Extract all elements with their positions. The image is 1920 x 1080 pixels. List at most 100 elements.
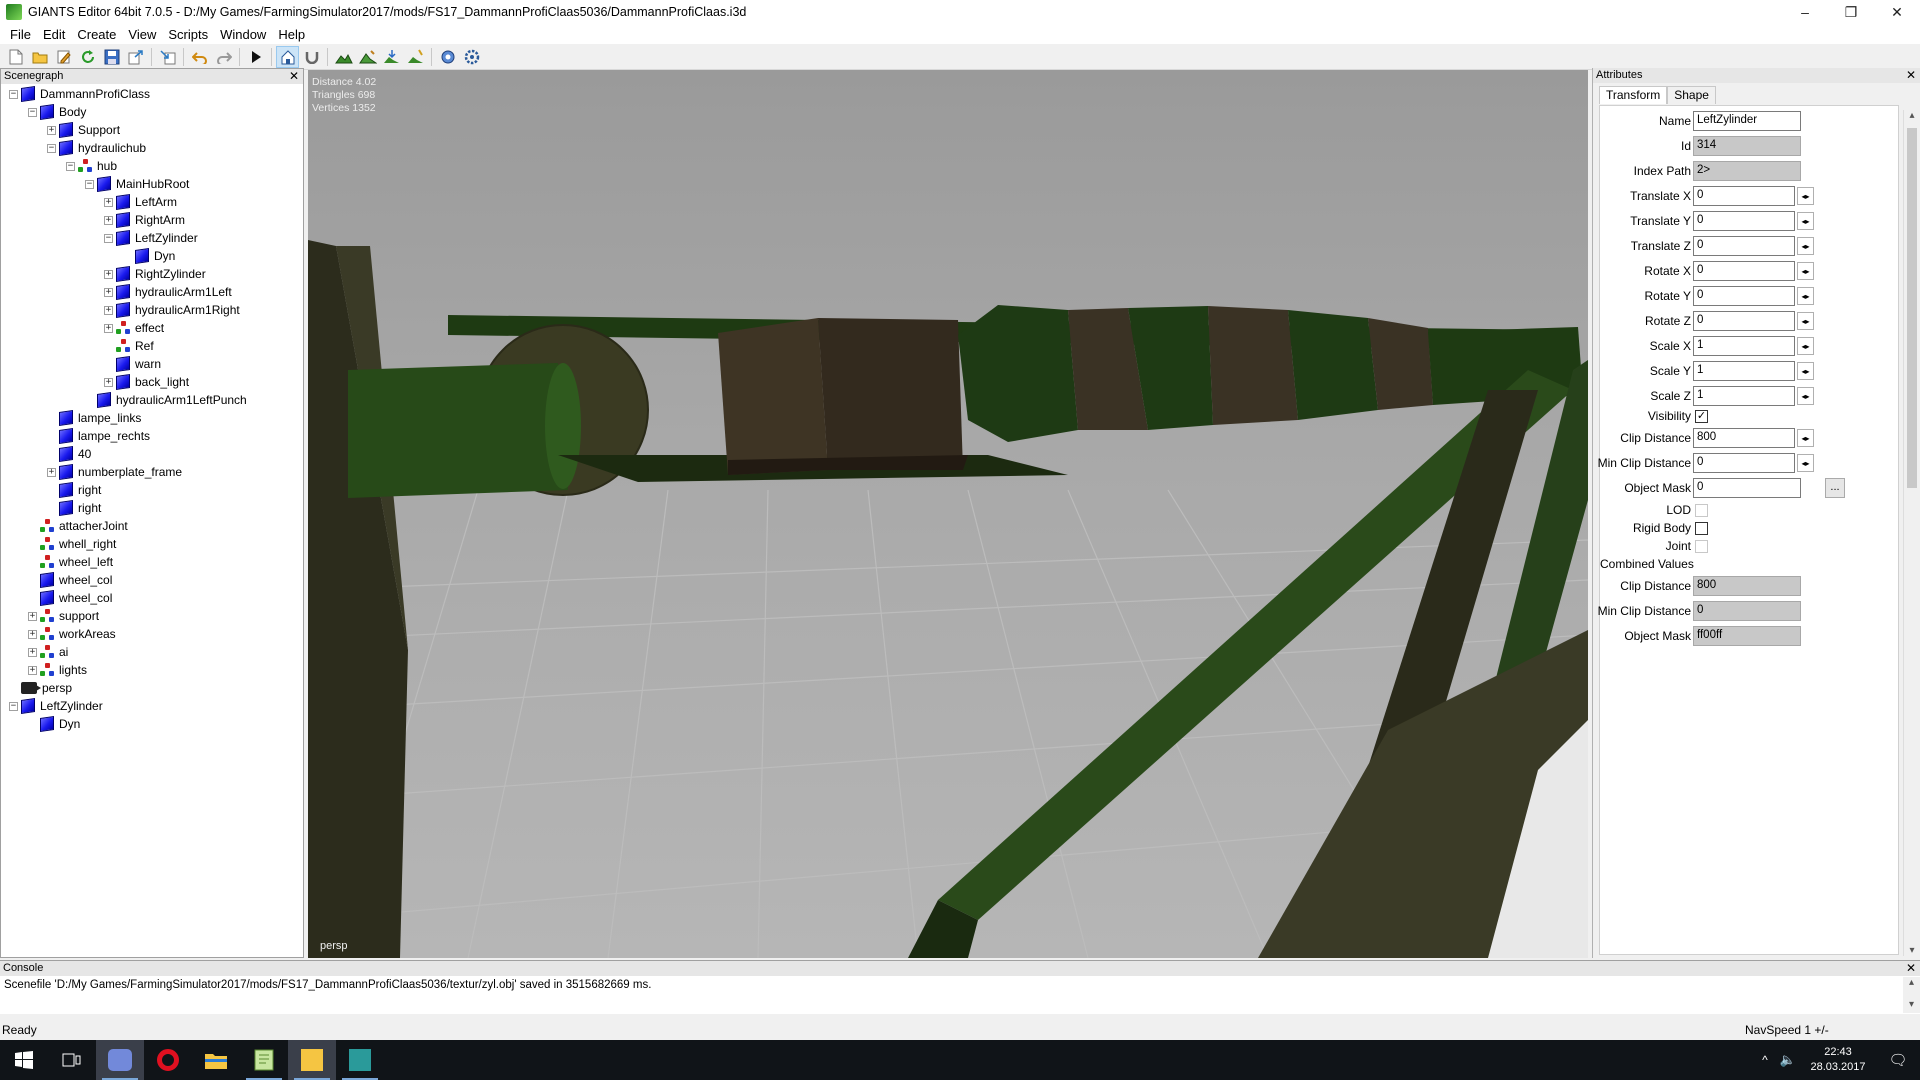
notepad-plus-icon[interactable] xyxy=(240,1040,288,1080)
tree-expander-icon[interactable]: + xyxy=(47,467,56,477)
tray-expand-icon[interactable]: ^ xyxy=(1754,1053,1776,1067)
rotate-y-spinner[interactable]: ◂▸ xyxy=(1797,287,1814,305)
scenegraph-node[interactable]: warn xyxy=(104,355,161,373)
visibility-checkbox[interactable]: ✓ xyxy=(1695,409,1708,423)
task-view-icon[interactable] xyxy=(48,1040,96,1080)
scenegraph-node[interactable]: − MainHubRoot xyxy=(85,175,189,193)
tree-expander-icon[interactable]: − xyxy=(28,107,37,117)
windows-start-icon[interactable] xyxy=(0,1040,48,1080)
scenegraph-node[interactable]: − LeftZylinder xyxy=(9,697,103,715)
tree-expander-icon[interactable]: + xyxy=(104,377,113,387)
tree-expander-icon[interactable]: + xyxy=(104,287,113,297)
scenegraph-node[interactable]: Ref xyxy=(104,337,154,355)
redo-icon[interactable] xyxy=(212,46,235,68)
scenegraph-node[interactable]: hydraulicArm1LeftPunch xyxy=(85,391,247,409)
lod-checkbox[interactable] xyxy=(1695,503,1708,517)
rotate-z-spinner[interactable]: ◂▸ xyxy=(1797,312,1814,330)
scenegraph-node[interactable]: wheel_col xyxy=(28,589,112,607)
menu-view[interactable]: View xyxy=(122,27,162,42)
scenegraph-node[interactable]: persp xyxy=(9,679,72,697)
open-folder-icon[interactable] xyxy=(28,46,51,68)
menu-window[interactable]: Window xyxy=(214,27,272,42)
close-window-button[interactable]: ✕ xyxy=(1874,0,1920,24)
scale-x-field[interactable]: 1 xyxy=(1693,336,1795,356)
terrain-arrow-icon[interactable] xyxy=(380,46,403,68)
scenegraph-node[interactable]: + numberplate_frame xyxy=(47,463,182,481)
scenegraph-node[interactable]: 40 xyxy=(47,445,91,463)
scale-y-field[interactable]: 1 xyxy=(1693,361,1795,381)
scenegraph-node[interactable]: − hydraulichub xyxy=(47,139,146,157)
import-icon[interactable] xyxy=(156,46,179,68)
tree-expander-icon[interactable]: − xyxy=(85,179,94,189)
scenegraph-node[interactable]: + effect xyxy=(104,319,164,337)
tree-expander-icon[interactable]: + xyxy=(28,629,37,639)
scale-z-field[interactable]: 1 xyxy=(1693,386,1795,406)
sticky-notes-icon[interactable] xyxy=(288,1040,336,1080)
scenegraph-node[interactable]: Dyn xyxy=(123,247,175,265)
scale-x-spinner[interactable]: ◂▸ xyxy=(1797,337,1814,355)
export-icon[interactable] xyxy=(124,46,147,68)
edit-file-icon[interactable] xyxy=(52,46,75,68)
translate-z-spinner[interactable]: ◂▸ xyxy=(1797,237,1814,255)
scenegraph-node[interactable]: wheel_left xyxy=(28,553,113,571)
translate-y-spinner[interactable]: ◂▸ xyxy=(1797,212,1814,230)
menu-file[interactable]: File xyxy=(4,27,37,42)
scenegraph-node[interactable]: + hydraulicArm1Left xyxy=(104,283,232,301)
3d-viewport[interactable]: Distance 4.02 Triangles 698 Vertices 135… xyxy=(308,70,1588,958)
rotate-x-spinner[interactable]: ◂▸ xyxy=(1797,262,1814,280)
tree-expander-icon[interactable]: + xyxy=(104,305,113,315)
foliage-paint-icon[interactable] xyxy=(404,46,427,68)
close-attributes-button[interactable]: ✕ xyxy=(1906,68,1916,83)
scroll-down-arrow[interactable]: ▾ xyxy=(1904,945,1920,956)
tree-expander-icon[interactable]: + xyxy=(104,215,113,225)
tree-expander-icon[interactable]: + xyxy=(28,647,37,657)
rotate-x-field[interactable]: 0 xyxy=(1693,261,1795,281)
translate-x-field[interactable]: 0 xyxy=(1693,186,1795,206)
scenegraph-node[interactable]: Dyn xyxy=(28,715,80,733)
undo-icon[interactable] xyxy=(188,46,211,68)
clip-distance-field[interactable]: 800 xyxy=(1693,428,1795,448)
tree-expander-icon[interactable]: + xyxy=(104,269,113,279)
play-icon[interactable] xyxy=(244,46,267,68)
console-scroll-down-arrow[interactable]: ▾ xyxy=(1903,999,1920,1011)
scenegraph-node[interactable]: + ai xyxy=(28,643,68,661)
tree-expander-icon[interactable]: − xyxy=(9,89,18,99)
name-field[interactable]: LeftZylinder xyxy=(1693,111,1801,131)
scenegraph-node[interactable]: − Body xyxy=(28,103,86,121)
scenegraph-node[interactable]: + RightZylinder xyxy=(104,265,206,283)
new-file-icon[interactable] xyxy=(4,46,27,68)
scale-z-spinner[interactable]: ◂▸ xyxy=(1797,387,1814,405)
console-scrollbar[interactable]: ▴ ▾ xyxy=(1903,977,1920,1013)
opera-browser-icon[interactable] xyxy=(144,1040,192,1080)
tree-expander-icon[interactable]: + xyxy=(104,197,113,207)
scenegraph-node[interactable]: + support xyxy=(28,607,99,625)
snap-magnet-icon[interactable] xyxy=(300,46,323,68)
translate-y-field[interactable]: 0 xyxy=(1693,211,1795,231)
min-clip-distance-spinner[interactable]: ◂▸ xyxy=(1797,454,1814,472)
translate-x-spinner[interactable]: ◂▸ xyxy=(1797,187,1814,205)
menu-create[interactable]: Create xyxy=(71,27,122,42)
min-clip-distance-field[interactable]: 0 xyxy=(1693,453,1795,473)
scenegraph-node[interactable]: attacherJoint xyxy=(28,517,128,535)
scenegraph-node[interactable]: − DammannProfiClass xyxy=(9,85,150,103)
save-icon[interactable] xyxy=(100,46,123,68)
tree-expander-icon[interactable]: − xyxy=(9,701,18,711)
rigid-body-checkbox[interactable] xyxy=(1695,521,1708,535)
rotate-z-field[interactable]: 0 xyxy=(1693,311,1795,331)
menu-edit[interactable]: Edit xyxy=(37,27,71,42)
scenegraph-node[interactable]: + Support xyxy=(47,121,120,139)
object-mask-field[interactable]: 0 xyxy=(1693,478,1801,498)
file-explorer-icon[interactable] xyxy=(192,1040,240,1080)
clip-distance-spinner[interactable]: ◂▸ xyxy=(1797,429,1814,447)
reload-icon[interactable] xyxy=(76,46,99,68)
tree-expander-icon[interactable]: + xyxy=(104,323,113,333)
tab-transform[interactable]: Transform xyxy=(1599,86,1668,104)
scenegraph-node[interactable]: lampe_rechts xyxy=(47,427,150,445)
tree-expander-icon[interactable]: − xyxy=(66,161,75,171)
object-mask-browse-button[interactable]: ... xyxy=(1825,478,1845,498)
scene-settings-icon[interactable] xyxy=(436,46,459,68)
scenegraph-node[interactable]: + back_light xyxy=(104,373,189,391)
clock[interactable]: 22:43 28.03.2017 xyxy=(1800,1045,1876,1075)
scenegraph-node[interactable]: + LeftArm xyxy=(104,193,177,211)
joint-checkbox[interactable] xyxy=(1695,539,1708,553)
